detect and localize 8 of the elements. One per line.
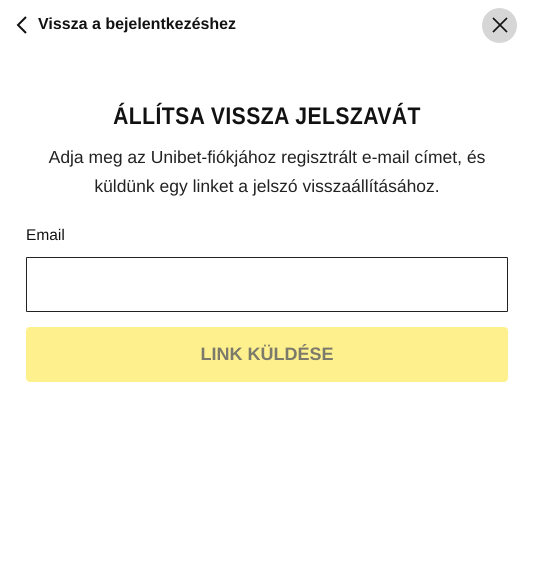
- email-label: Email: [26, 227, 66, 245]
- back-link[interactable]: Vissza a bejelentkezéshez: [16, 15, 236, 35]
- description-text: Adja meg az Unibet-fiókjához regisztrált e-mail címet, és küldünk egy linket a jelszó visszaállításához.: [48, 146, 486, 198]
- close-icon: [492, 17, 508, 33]
- email-input-field[interactable]: [26, 257, 508, 312]
- back-icon: [16, 15, 28, 35]
- close-button[interactable]: [482, 8, 517, 42]
- page-title: ÁLLÍTSA VISSZA JELSZAVÁT: [112, 103, 422, 131]
